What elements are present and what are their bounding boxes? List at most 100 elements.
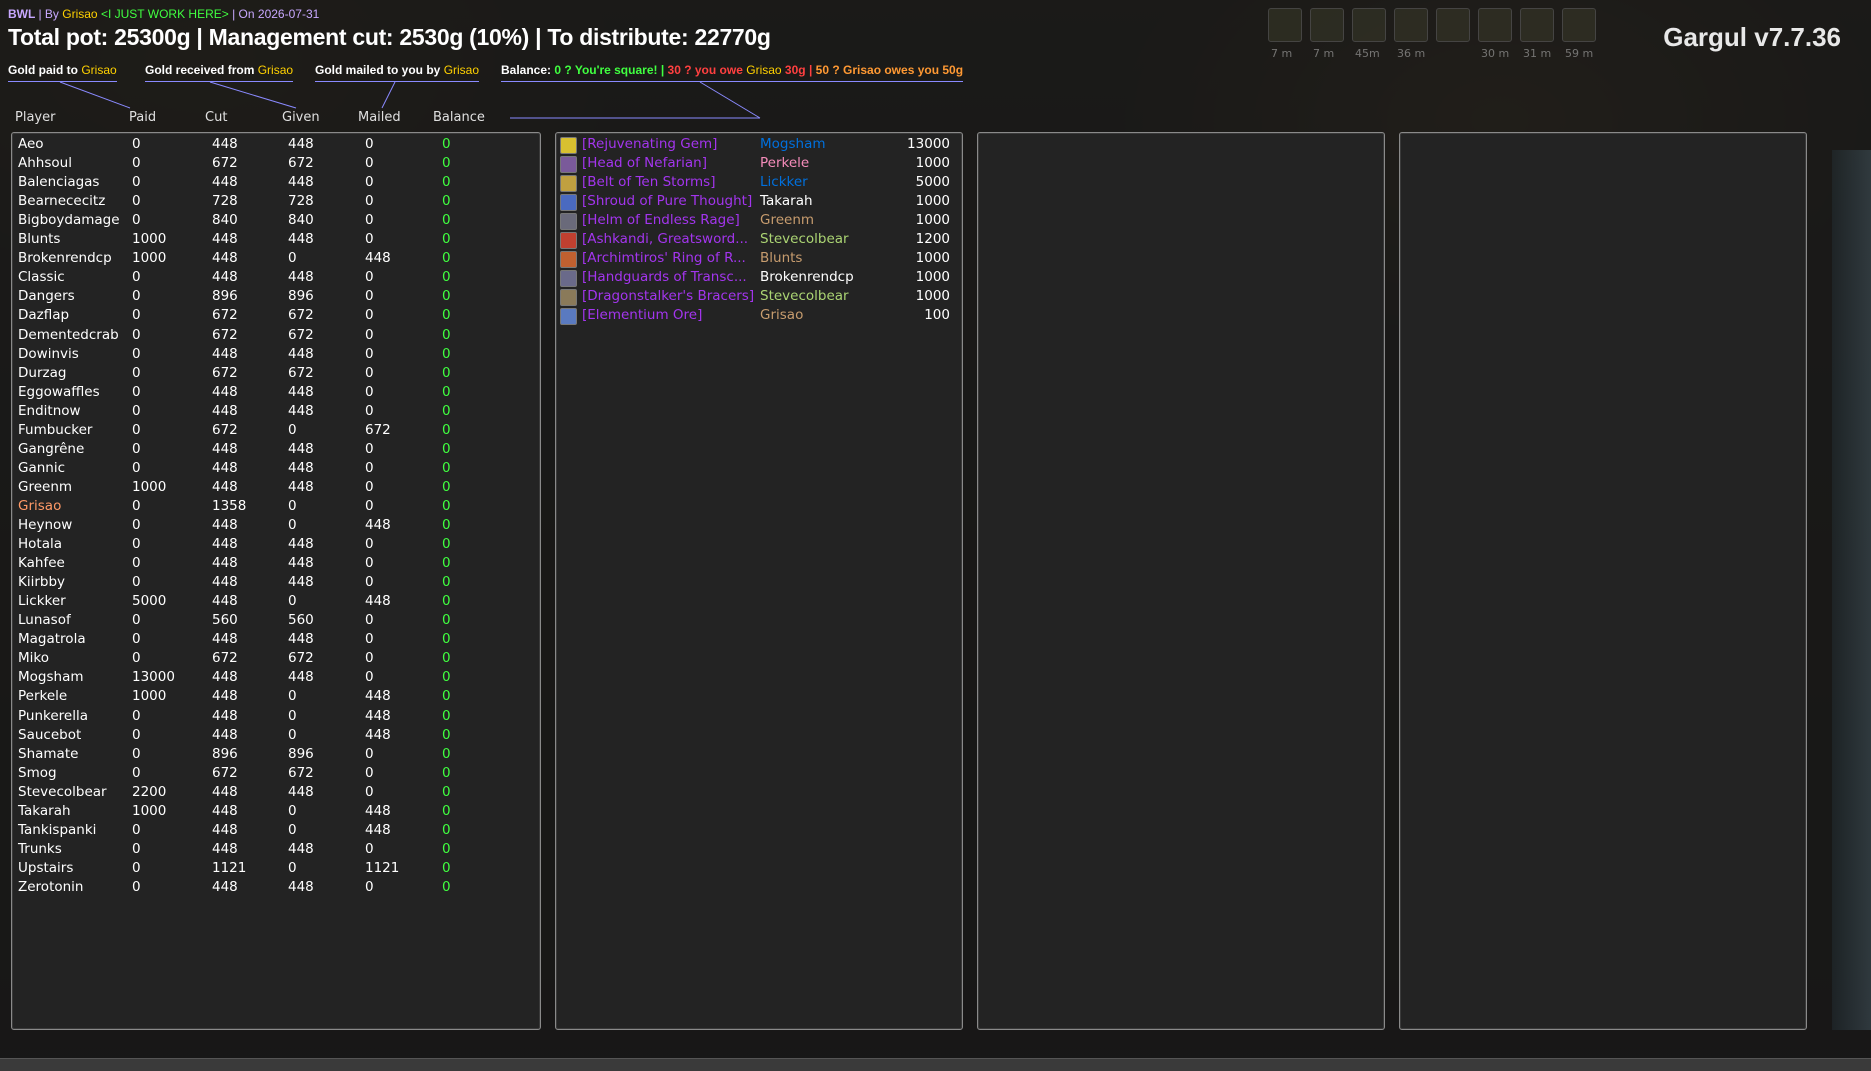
player-balance: 0 [442, 859, 451, 876]
item-link[interactable]: [Archimtiros' Ring of R... [582, 250, 757, 266]
player-given: 0 [288, 802, 297, 819]
buff-icon[interactable]: 30 m [1478, 8, 1512, 60]
buff-icon[interactable]: 45m [1352, 8, 1386, 60]
buff-duration: 7 m [1313, 47, 1335, 60]
player-given: 448 [288, 345, 314, 362]
item-icon[interactable] [560, 289, 577, 307]
item-icon[interactable] [560, 137, 577, 154]
legend-balance: Balance: 0 ? You're square! | 30 ? you o… [501, 63, 964, 82]
item-link[interactable]: [Belt of Ten Storms] [582, 174, 757, 190]
empty-panel-3 [977, 132, 1385, 1030]
player-given: 448 [288, 383, 314, 400]
item-row[interactable]: [Belt of Ten Storms] Lickker 5000 [560, 174, 958, 193]
player-paid: 0 [132, 840, 141, 857]
item-row[interactable]: [Head of Nefarian] Perkele 1000 [560, 155, 958, 174]
player-balance: 0 [442, 555, 451, 572]
player-paid: 0 [132, 878, 141, 895]
player-given: 672 [288, 764, 314, 781]
item-link[interactable]: [Elementium Ore] [582, 307, 757, 323]
player-mailed: 0 [365, 459, 374, 476]
player-paid: 0 [132, 707, 141, 724]
item-icon[interactable] [560, 232, 577, 250]
player-given: 560 [288, 612, 314, 629]
buff-bar: 7 m 7 m 45m 36 m 30 m 31 m 59 m [1268, 8, 1596, 60]
player-balance: 0 [442, 478, 451, 495]
player-mailed: 448 [365, 688, 391, 705]
item-icon[interactable] [560, 308, 577, 326]
item-row[interactable]: [Dragonstalker's Bracers] Stevecolbear 100… [560, 288, 958, 307]
buff-icon[interactable]: 59 m [1562, 8, 1596, 60]
items-panel[interactable]: [Rejuvenating Gem] Mogsham 13000 [Head of N… [555, 132, 963, 1030]
item-icon[interactable] [560, 156, 577, 174]
col-header-cut: Cut [205, 110, 228, 125]
player-cut: 448 [212, 783, 238, 800]
item-icon[interactable] [560, 194, 577, 212]
item-link[interactable]: [Ashkandi, Greatsword... [582, 231, 757, 247]
players-panel[interactable]: Aeo 0 448 448 0 0 Ahhsoul 0 672 672 0 0 Balenciagas 0… [11, 132, 541, 1030]
col-header-balance: Balance [433, 110, 485, 125]
player-paid: 1000 [132, 250, 167, 267]
item-price: 1200 [915, 231, 950, 248]
player-name: Brokenrendcp [18, 250, 112, 267]
player-balance: 0 [442, 593, 451, 610]
item-row[interactable]: [Handguards of Transc... Brokenrendcp 1000 [560, 269, 958, 288]
player-cut: 672 [212, 326, 238, 343]
player-mailed: 0 [365, 555, 374, 572]
item-link[interactable]: [Dragonstalker's Bracers] [582, 288, 757, 304]
player-given: 448 [288, 174, 314, 191]
player-cut: 448 [212, 840, 238, 857]
player-name: Saucebot [18, 726, 82, 743]
player-cut: 1358 [212, 497, 247, 514]
buff-icon[interactable]: 7 m [1268, 8, 1302, 60]
player-given: 448 [288, 402, 314, 419]
player-name: Takarah [18, 802, 71, 819]
item-icon[interactable] [560, 270, 577, 288]
item-link[interactable]: [Helm of Endless Rage] [582, 212, 757, 228]
item-link[interactable]: [Rejuvenating Gem] [582, 136, 757, 152]
buff-icon[interactable]: 31 m [1520, 8, 1554, 60]
player-given: 0 [288, 250, 297, 267]
raid-date: | On 2026-07-31 [232, 7, 320, 21]
col-header-paid: Paid [129, 110, 157, 125]
item-icon[interactable] [560, 213, 577, 231]
player-paid: 1000 [132, 478, 167, 495]
buff-icon[interactable] [1436, 8, 1470, 42]
buff-icon[interactable]: 7 m [1310, 8, 1344, 60]
item-link[interactable]: [Shroud of Pure Thought] [582, 193, 757, 209]
player-given: 448 [288, 459, 314, 476]
player-cut: 448 [212, 669, 238, 686]
player-given: 448 [288, 840, 314, 857]
player-balance: 0 [442, 155, 451, 172]
player-paid: 0 [132, 650, 141, 667]
item-icon[interactable] [560, 251, 577, 269]
item-link[interactable]: [Head of Nefarian] [582, 155, 757, 171]
item-row[interactable]: [Elementium Ore] Grisao 100 [560, 307, 958, 326]
player-paid: 0 [132, 517, 141, 533]
player-name: Heynow [18, 517, 73, 533]
player-cut: 672 [212, 421, 238, 438]
item-row[interactable]: [Helm of Endless Rage] Greenm 1000 [560, 212, 958, 231]
player-given: 448 [288, 269, 314, 286]
player-balance: 0 [442, 497, 451, 514]
player-name: Dementedcrab [18, 326, 119, 343]
item-link[interactable]: [Handguards of Transc... [582, 269, 757, 285]
player-paid: 5000 [132, 593, 167, 610]
player-name: Bigboydamage [18, 212, 120, 229]
player-cut: 448 [212, 231, 238, 248]
player-given: 448 [288, 783, 314, 800]
item-row[interactable]: [Archimtiros' Ring of R... Blunts 1000 [560, 250, 958, 269]
player-mailed: 0 [365, 174, 374, 191]
buff-icon[interactable]: 36 m [1394, 8, 1428, 60]
player-cut: 448 [212, 878, 238, 895]
item-row[interactable]: [Ashkandi, Greatsword... Stevecolbear 1200 [560, 231, 958, 250]
item-icon[interactable] [560, 175, 577, 193]
player-given: 0 [288, 517, 297, 533]
player-cut: 672 [212, 364, 238, 381]
player-paid: 1000 [132, 231, 167, 248]
player-cut: 672 [212, 650, 238, 667]
item-row[interactable]: [Rejuvenating Gem] Mogsham 13000 [560, 136, 958, 155]
item-row[interactable]: [Shroud of Pure Thought] Takarah 1000 [560, 193, 958, 212]
player-mailed: 0 [365, 345, 374, 362]
player-given: 0 [288, 726, 297, 743]
player-name: Gannic [18, 459, 66, 476]
